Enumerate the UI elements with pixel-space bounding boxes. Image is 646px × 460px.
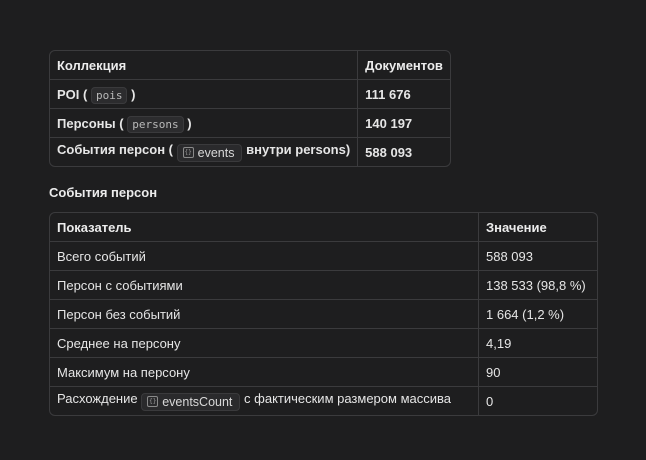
header-collection: Коллекция (50, 51, 359, 80)
header-metric: Показатель (50, 213, 479, 242)
paren-open: ( (79, 86, 88, 102)
code-pois: pois (90, 86, 128, 104)
metric-value: 588 093 (479, 242, 597, 271)
collection-cell: POI ( pois ) (50, 80, 359, 109)
chip-label: eventsCount (162, 394, 233, 409)
collection-suffix: внутри persons) (246, 142, 351, 158)
metric-label: Среднее на персону (50, 329, 479, 358)
header-value: Значение (479, 213, 597, 242)
document-count: 111 676 (358, 80, 450, 109)
table-row: События персон ( {} events внутри persons… (50, 138, 450, 166)
table-row: Персон без событий 1 664 (1,2 %) (50, 300, 597, 329)
metric-value: 1 664 (1,2 %) (479, 300, 597, 329)
table-header-row: Коллекция Документов (50, 51, 450, 80)
metric-value: 4,19 (479, 329, 597, 358)
document-count: 140 197 (358, 109, 450, 138)
field-icon: {} (147, 396, 159, 408)
collection-cell: События персон ( {} events внутри persons… (50, 138, 359, 166)
collection-name: События персон (57, 142, 166, 158)
collection-name: Персоны (57, 115, 116, 131)
table-row: Всего событий 588 093 (50, 242, 597, 271)
table-row: Максимум на персону 90 (50, 358, 597, 387)
table-row: Персон с событиями 138 533 (98,8 %) (50, 271, 597, 300)
label-before: Расхождение (57, 391, 138, 407)
chip-events[interactable]: {} events (176, 143, 243, 162)
collection-cell: Персоны ( persons ) (50, 109, 359, 138)
collections-table: Коллекция Документов POI ( pois ) 111 67… (49, 50, 451, 167)
table-row: POI ( pois ) 111 676 (50, 80, 450, 109)
table-header-row: Показатель Значение (50, 213, 597, 242)
paren-open: ( (115, 115, 124, 131)
chip-eventscount[interactable]: {} eventsCount (141, 392, 241, 411)
table-row: Среднее на персону 4,19 (50, 329, 597, 358)
document-count: 588 093 (365, 144, 413, 160)
table-row: Расхождение {} eventsCount с фактическим … (50, 387, 597, 415)
paren-close: ) (131, 86, 136, 102)
label-after: с фактическим размером массива (244, 391, 451, 407)
events-table: Показатель Значение Всего событий 588 09… (49, 212, 598, 416)
chip-label: events (197, 145, 235, 160)
metric-value: 0 (486, 393, 494, 409)
metric-label: Персон с событиями (50, 271, 479, 300)
header-documents: Документов (358, 51, 450, 80)
collection-name: POI (57, 86, 80, 102)
paren-close: ) (187, 115, 192, 131)
metric-value: 138 533 (98,8 %) (479, 271, 597, 300)
section-title: События персон (49, 185, 158, 200)
metric-label: Персон без событий (50, 300, 479, 329)
metric-value: 90 (479, 358, 597, 387)
table-row: Персоны ( persons ) 140 197 (50, 109, 450, 138)
code-persons: persons (127, 115, 184, 133)
metric-label: Расхождение {} eventsCount с фактическим … (50, 387, 479, 415)
field-icon: {} (182, 147, 194, 159)
metric-label: Всего событий (50, 242, 479, 271)
metric-label: Максимум на персону (50, 358, 479, 387)
paren-open: ( (165, 142, 174, 158)
